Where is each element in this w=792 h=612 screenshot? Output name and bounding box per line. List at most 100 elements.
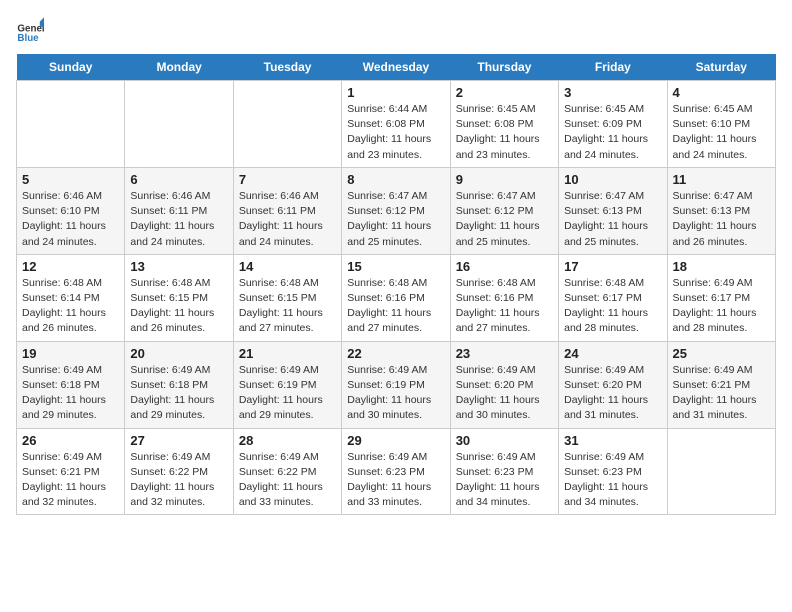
date-number: 2 (456, 85, 553, 100)
date-number: 17 (564, 259, 661, 274)
cell-info: Sunrise: 6:47 AM Sunset: 6:12 PM Dayligh… (456, 189, 553, 250)
calendar-cell (125, 81, 233, 168)
calendar-cell: 2 Sunrise: 6:45 AM Sunset: 6:08 PM Daylig… (450, 81, 558, 168)
day-header-friday: Friday (559, 54, 667, 81)
date-number: 1 (347, 85, 444, 100)
calendar-cell: 17 Sunrise: 6:48 AM Sunset: 6:17 PM Dayli… (559, 254, 667, 341)
cell-info: Sunrise: 6:49 AM Sunset: 6:18 PM Dayligh… (130, 363, 227, 424)
cell-info: Sunrise: 6:47 AM Sunset: 6:13 PM Dayligh… (673, 189, 770, 250)
date-number: 22 (347, 346, 444, 361)
date-number: 10 (564, 172, 661, 187)
cell-info: Sunrise: 6:45 AM Sunset: 6:08 PM Dayligh… (456, 102, 553, 163)
calendar-cell: 25 Sunrise: 6:49 AM Sunset: 6:21 PM Dayli… (667, 341, 775, 428)
date-number: 4 (673, 85, 770, 100)
date-number: 8 (347, 172, 444, 187)
calendar-cell: 18 Sunrise: 6:49 AM Sunset: 6:17 PM Dayli… (667, 254, 775, 341)
cell-info: Sunrise: 6:48 AM Sunset: 6:15 PM Dayligh… (239, 276, 336, 337)
calendar-cell (667, 428, 775, 515)
date-number: 15 (347, 259, 444, 274)
date-number: 29 (347, 433, 444, 448)
cell-info: Sunrise: 6:49 AM Sunset: 6:23 PM Dayligh… (347, 450, 444, 511)
calendar-cell: 31Sunrise: 6:49 AM Sunset: 6:23 PM Dayli… (559, 428, 667, 515)
day-header-monday: Monday (125, 54, 233, 81)
week-row-2: 5Sunrise: 6:46 AM Sunset: 6:10 PM Daylig… (17, 167, 776, 254)
logo-icon: General Blue (16, 16, 44, 44)
cell-info: Sunrise: 6:49 AM Sunset: 6:23 PM Dayligh… (564, 450, 661, 511)
week-row-4: 19 Sunrise: 6:49 AM Sunset: 6:18 PM Dayli… (17, 341, 776, 428)
calendar-cell (233, 81, 341, 168)
day-header-saturday: Saturday (667, 54, 775, 81)
day-header-thursday: Thursday (450, 54, 558, 81)
date-number: 18 (673, 259, 770, 274)
cell-info: Sunrise: 6:45 AM Sunset: 6:10 PM Dayligh… (673, 102, 770, 163)
date-number: 19 (22, 346, 119, 361)
cell-info: Sunrise: 6:46 AM Sunset: 6:11 PM Dayligh… (239, 189, 336, 250)
page-header: General Blue (16, 16, 776, 44)
date-number: 5 (22, 172, 119, 187)
calendar-cell (17, 81, 125, 168)
calendar-cell: 15 Sunrise: 6:48 AM Sunset: 6:16 PM Dayli… (342, 254, 450, 341)
cell-info: Sunrise: 6:49 AM Sunset: 6:22 PM Dayligh… (130, 450, 227, 511)
cell-info: Sunrise: 6:49 AM Sunset: 6:19 PM Dayligh… (347, 363, 444, 424)
date-number: 21 (239, 346, 336, 361)
cell-info: Sunrise: 6:47 AM Sunset: 6:12 PM Dayligh… (347, 189, 444, 250)
calendar-cell: 16 Sunrise: 6:48 AM Sunset: 6:16 PM Dayli… (450, 254, 558, 341)
date-number: 13 (130, 259, 227, 274)
calendar-cell: 27Sunrise: 6:49 AM Sunset: 6:22 PM Dayli… (125, 428, 233, 515)
cell-info: Sunrise: 6:49 AM Sunset: 6:19 PM Dayligh… (239, 363, 336, 424)
day-header-tuesday: Tuesday (233, 54, 341, 81)
date-number: 12 (22, 259, 119, 274)
cell-info: Sunrise: 6:45 AM Sunset: 6:09 PM Dayligh… (564, 102, 661, 163)
cell-info: Sunrise: 6:49 AM Sunset: 6:20 PM Dayligh… (456, 363, 553, 424)
calendar-cell: 29 Sunrise: 6:49 AM Sunset: 6:23 PM Dayli… (342, 428, 450, 515)
week-row-1: 1Sunrise: 6:44 AM Sunset: 6:08 PM Daylig… (17, 81, 776, 168)
calendar-cell: 19 Sunrise: 6:49 AM Sunset: 6:18 PM Dayli… (17, 341, 125, 428)
calendar-cell: 10 Sunrise: 6:47 AM Sunset: 6:13 PM Dayli… (559, 167, 667, 254)
cell-info: Sunrise: 6:47 AM Sunset: 6:13 PM Dayligh… (564, 189, 661, 250)
calendar-cell: 5Sunrise: 6:46 AM Sunset: 6:10 PM Daylig… (17, 167, 125, 254)
calendar-cell: 9 Sunrise: 6:47 AM Sunset: 6:12 PM Daylig… (450, 167, 558, 254)
svg-text:Blue: Blue (17, 33, 39, 44)
cell-info: Sunrise: 6:48 AM Sunset: 6:17 PM Dayligh… (564, 276, 661, 337)
date-number: 9 (456, 172, 553, 187)
day-header-sunday: Sunday (17, 54, 125, 81)
date-number: 20 (130, 346, 227, 361)
calendar-cell: 30 Sunrise: 6:49 AM Sunset: 6:23 PM Dayli… (450, 428, 558, 515)
calendar-cell: 1Sunrise: 6:44 AM Sunset: 6:08 PM Daylig… (342, 81, 450, 168)
date-number: 11 (673, 172, 770, 187)
calendar-cell: 14 Sunrise: 6:48 AM Sunset: 6:15 PM Dayli… (233, 254, 341, 341)
calendar-cell: 11 Sunrise: 6:47 AM Sunset: 6:13 PM Dayli… (667, 167, 775, 254)
calendar-cell: 8 Sunrise: 6:47 AM Sunset: 6:12 PM Daylig… (342, 167, 450, 254)
date-number: 16 (456, 259, 553, 274)
date-number: 6 (130, 172, 227, 187)
week-row-5: 26 Sunrise: 6:49 AM Sunset: 6:21 PM Dayli… (17, 428, 776, 515)
date-number: 30 (456, 433, 553, 448)
date-number: 26 (22, 433, 119, 448)
cell-info: Sunrise: 6:49 AM Sunset: 6:20 PM Dayligh… (564, 363, 661, 424)
calendar-cell: 3Sunrise: 6:45 AM Sunset: 6:09 PM Daylig… (559, 81, 667, 168)
cell-info: Sunrise: 6:48 AM Sunset: 6:16 PM Dayligh… (456, 276, 553, 337)
week-row-3: 12Sunrise: 6:48 AM Sunset: 6:14 PM Dayli… (17, 254, 776, 341)
cell-info: Sunrise: 6:46 AM Sunset: 6:11 PM Dayligh… (130, 189, 227, 250)
calendar-cell: 28Sunrise: 6:49 AM Sunset: 6:22 PM Dayli… (233, 428, 341, 515)
calendar-cell: 22 Sunrise: 6:49 AM Sunset: 6:19 PM Dayli… (342, 341, 450, 428)
calendar-cell: 20 Sunrise: 6:49 AM Sunset: 6:18 PM Dayli… (125, 341, 233, 428)
cell-info: Sunrise: 6:49 AM Sunset: 6:23 PM Dayligh… (456, 450, 553, 511)
calendar-cell: 6 Sunrise: 6:46 AM Sunset: 6:11 PM Daylig… (125, 167, 233, 254)
cell-info: Sunrise: 6:49 AM Sunset: 6:21 PM Dayligh… (22, 450, 119, 511)
calendar-cell: 23Sunrise: 6:49 AM Sunset: 6:20 PM Dayli… (450, 341, 558, 428)
cell-info: Sunrise: 6:49 AM Sunset: 6:18 PM Dayligh… (22, 363, 119, 424)
date-number: 7 (239, 172, 336, 187)
cell-info: Sunrise: 6:49 AM Sunset: 6:17 PM Dayligh… (673, 276, 770, 337)
cell-info: Sunrise: 6:48 AM Sunset: 6:16 PM Dayligh… (347, 276, 444, 337)
calendar-table: SundayMondayTuesdayWednesdayThursdayFrid… (16, 54, 776, 515)
calendar-cell: 12Sunrise: 6:48 AM Sunset: 6:14 PM Dayli… (17, 254, 125, 341)
date-number: 14 (239, 259, 336, 274)
date-number: 24 (564, 346, 661, 361)
date-number: 25 (673, 346, 770, 361)
day-header-wednesday: Wednesday (342, 54, 450, 81)
day-header-row: SundayMondayTuesdayWednesdayThursdayFrid… (17, 54, 776, 81)
cell-info: Sunrise: 6:49 AM Sunset: 6:21 PM Dayligh… (673, 363, 770, 424)
calendar-body: 1Sunrise: 6:44 AM Sunset: 6:08 PM Daylig… (17, 81, 776, 515)
cell-info: Sunrise: 6:49 AM Sunset: 6:22 PM Dayligh… (239, 450, 336, 511)
